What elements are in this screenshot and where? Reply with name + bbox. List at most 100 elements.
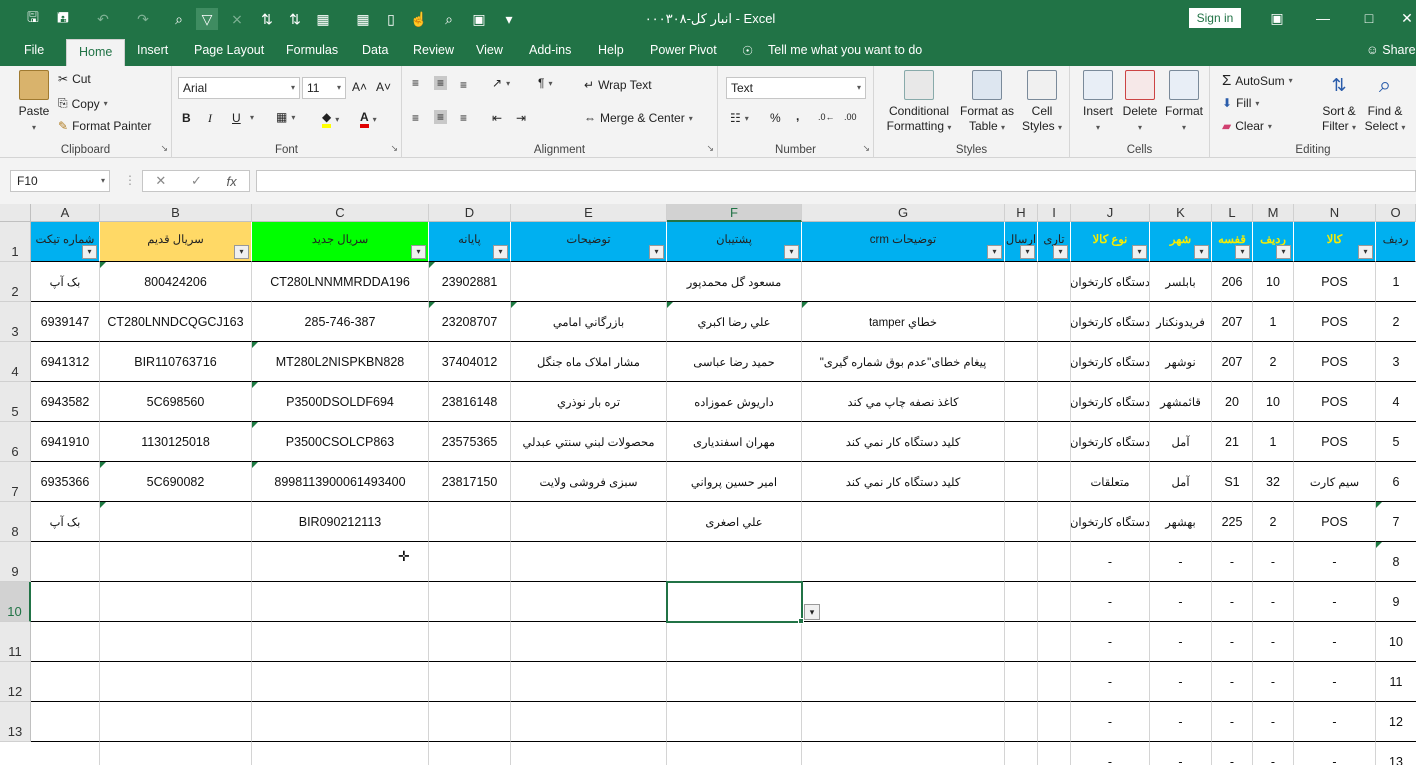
table-cell[interactable]: - xyxy=(1212,622,1253,662)
table-cell[interactable]: 23816148 xyxy=(429,382,511,422)
cut-button[interactable]: ✂ Cut xyxy=(58,72,91,86)
table-cell[interactable]: - xyxy=(1150,582,1212,622)
borders-icon[interactable]: ▦ ▾ xyxy=(276,110,295,124)
row-header-11[interactable]: 11 xyxy=(0,622,31,662)
header-cell[interactable]: کالا ▾ xyxy=(1294,222,1376,262)
header-cell[interactable]: سریال جدید ▾ xyxy=(252,222,429,262)
filter-dropdown-icon[interactable]: ▾ xyxy=(82,245,97,259)
row-header-10[interactable]: 10 xyxy=(0,582,31,622)
table-cell[interactable]: داريوش عموزاده xyxy=(667,382,802,422)
table-cell[interactable] xyxy=(802,622,1005,662)
table-cell[interactable] xyxy=(429,702,511,742)
clear-filter-icon[interactable]: ⨯ xyxy=(226,8,248,30)
table-cell[interactable] xyxy=(802,542,1005,582)
table-cell[interactable]: POS xyxy=(1294,382,1376,422)
table-cell[interactable] xyxy=(252,742,429,765)
table-cell[interactable]: 2 xyxy=(1253,502,1294,542)
table-cell[interactable] xyxy=(1038,502,1071,542)
row-header-13[interactable]: 13 xyxy=(0,702,31,742)
column-header-a[interactable]: A xyxy=(31,204,100,222)
find-select-button[interactable]: ⌕ Find & Select ▾ xyxy=(1362,70,1408,135)
increase-decimal-icon[interactable]: .0← xyxy=(818,112,835,122)
table-cell[interactable] xyxy=(667,622,802,662)
tell-me-search[interactable]: Tell me what you want to do xyxy=(768,43,922,57)
table-cell[interactable]: P3500DSOLDF694 xyxy=(252,382,429,422)
tab-data[interactable]: Data xyxy=(362,43,388,57)
table-cell[interactable]: 207 xyxy=(1212,302,1253,342)
column-header-l[interactable]: L xyxy=(1212,204,1253,222)
insert-function-button[interactable]: fx xyxy=(227,174,237,189)
table-cell[interactable] xyxy=(429,542,511,582)
table-cell[interactable]: دستگاه کارتخوان xyxy=(1071,382,1150,422)
table-cell[interactable]: 32 xyxy=(1253,462,1294,502)
table-cell[interactable] xyxy=(1005,582,1038,622)
increase-font-icon[interactable]: A˄ xyxy=(352,80,367,94)
table-cell[interactable] xyxy=(1038,662,1071,702)
table-cell[interactable]: - xyxy=(1071,742,1150,765)
table-cell[interactable]: 10 xyxy=(1253,382,1294,422)
align-right-icon[interactable]: ≡ xyxy=(460,111,467,125)
formula-input[interactable] xyxy=(256,170,1416,192)
table-cell[interactable]: آمل xyxy=(1150,462,1212,502)
column-header-b[interactable]: B xyxy=(100,204,252,222)
table-cell[interactable]: 23208707 xyxy=(429,302,511,342)
filter-dropdown-icon[interactable]: ▾ xyxy=(1053,245,1068,259)
table-cell[interactable] xyxy=(429,622,511,662)
column-header-c[interactable]: C xyxy=(252,204,429,222)
table-cell[interactable] xyxy=(1005,662,1038,702)
table-cell[interactable] xyxy=(1005,342,1038,382)
increase-indent-icon[interactable]: ⇥ xyxy=(516,111,526,125)
table-cell[interactable]: خطاي tamper xyxy=(802,302,1005,342)
row-header-3[interactable]: 3 xyxy=(0,302,31,342)
table-cell[interactable] xyxy=(1005,502,1038,542)
filter-dropdown-icon[interactable]: ▾ xyxy=(1235,245,1250,259)
font-color-icon[interactable]: A ▾ xyxy=(360,110,377,128)
table-cell[interactable]: CT280LNNDCQGCJ163 xyxy=(100,302,252,342)
table-cell[interactable]: - xyxy=(1212,662,1253,702)
table-cell[interactable]: دستگاه کارتخوان xyxy=(1071,502,1150,542)
table-cell[interactable]: 9 xyxy=(1376,582,1416,622)
font-size-select[interactable]: 11 ▾ xyxy=(302,77,346,99)
table-cell[interactable] xyxy=(511,582,667,622)
table-cell[interactable] xyxy=(802,582,1005,622)
table-cell[interactable] xyxy=(511,742,667,765)
share-button[interactable]: ☺ Share xyxy=(1366,43,1416,57)
header-cell[interactable]: شماره تیکت ▾ xyxy=(31,222,100,262)
header-cell[interactable]: قفسه ▾ xyxy=(1212,222,1253,262)
filter-dropdown-icon[interactable]: ▾ xyxy=(234,245,249,259)
table-cell[interactable]: 800424206 xyxy=(100,262,252,302)
table-cell[interactable]: 6941910 xyxy=(31,422,100,462)
header-cell[interactable]: ردیف ▾ xyxy=(1253,222,1294,262)
bold-button[interactable]: B xyxy=(182,111,191,125)
column-header-o[interactable]: O xyxy=(1376,204,1416,222)
table-cell[interactable] xyxy=(429,742,511,765)
table-cell[interactable] xyxy=(31,702,100,742)
table-cell[interactable] xyxy=(1005,702,1038,742)
table-cell[interactable]: 6935366 xyxy=(31,462,100,502)
header-cell[interactable]: پایانه ▾ xyxy=(429,222,511,262)
name-box[interactable]: F10 ▾ xyxy=(10,170,110,192)
search-icon[interactable]: ⌕ xyxy=(438,8,460,30)
header-cell[interactable]: ردیف xyxy=(1376,222,1416,262)
table-cell[interactable] xyxy=(1005,462,1038,502)
table-cell[interactable]: POS xyxy=(1294,262,1376,302)
table-cell[interactable] xyxy=(1038,342,1071,382)
table-cell[interactable]: - xyxy=(1253,582,1294,622)
table-cell[interactable] xyxy=(1038,702,1071,742)
table-cell[interactable]: متعلقات xyxy=(1071,462,1150,502)
table-cell[interactable]: تره بار نوذري xyxy=(511,382,667,422)
table-cell[interactable] xyxy=(1005,422,1038,462)
column-header-i[interactable]: I xyxy=(1038,204,1071,222)
table-cell[interactable] xyxy=(511,542,667,582)
align-center-icon[interactable]: ≡ xyxy=(434,110,448,124)
table-cell[interactable]: بک آپ xyxy=(31,502,100,542)
column-header-g[interactable]: G xyxy=(802,204,1005,222)
table-cell[interactable] xyxy=(667,702,802,742)
table-cell[interactable]: دستگاه کارتخوان xyxy=(1071,422,1150,462)
table-cell[interactable]: 1 xyxy=(1253,302,1294,342)
table-cell[interactable] xyxy=(802,742,1005,765)
header-cell[interactable]: سریال قدیم ▾ xyxy=(100,222,252,262)
table-cell[interactable] xyxy=(252,702,429,742)
table-cell[interactable] xyxy=(1038,622,1071,662)
table-cell[interactable]: مسعود گل محمدپور xyxy=(667,262,802,302)
